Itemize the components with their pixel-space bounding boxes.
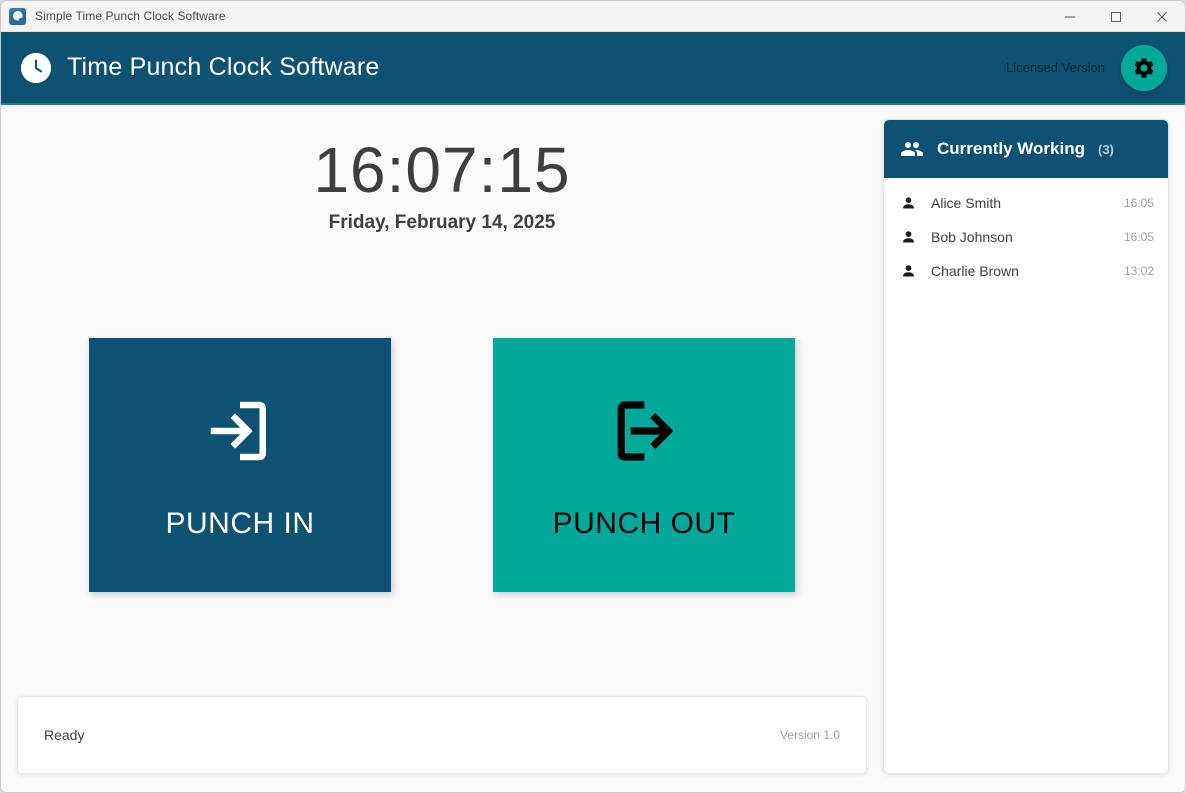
close-button[interactable] [1139,1,1185,32]
minimize-button[interactable] [1047,1,1093,32]
settings-button[interactable] [1121,45,1167,91]
punch-in-button[interactable]: PUNCH IN [89,338,391,592]
clock-icon [21,53,51,83]
person-icon [900,263,917,280]
punch-out-label: PUNCH OUT [553,509,736,539]
worker-time: 16:05 [1124,230,1154,244]
window-controls [1047,1,1185,32]
app-header: Time Punch Clock Software Licensed Versi… [1,32,1185,105]
title-bar: Simple Time Punch Clock Software [1,1,1185,32]
list-item[interactable]: Alice Smith 16:05 [884,186,1168,220]
login-arrow-icon [201,392,279,475]
person-icon [900,229,917,246]
brand: Time Punch Clock Software [21,53,380,83]
currently-working-header: Currently Working (3) [884,120,1168,178]
worker-list: Alice Smith 16:05 Bob Johnson 16:05 [884,178,1168,288]
window-title: Simple Time Punch Clock Software [35,9,226,23]
punch-in-label: PUNCH IN [165,509,314,539]
currently-working-panel: Currently Working (3) Alice Smith 16:05 [883,119,1169,774]
worker-name: Bob Johnson [931,229,1013,245]
app-window: Simple Time Punch Clock Software Time Pu… [0,0,1186,793]
list-item[interactable]: Charlie Brown 13:02 [884,254,1168,288]
people-group-icon [900,137,924,161]
current-date: Friday, February 14, 2025 [17,212,867,234]
punch-buttons: PUNCH IN PUNCH OUT [17,338,867,592]
version-label: Version 1.0 [780,728,840,742]
logout-arrow-icon [605,392,683,475]
gear-icon [1132,56,1156,80]
currently-working-count: (3) [1098,142,1114,157]
license-status: Licensed Version [1006,60,1105,75]
currently-working-title: Currently Working [937,139,1085,159]
clock-display: 16:07:15 Friday, February 14, 2025 [17,119,867,234]
punch-out-button[interactable]: PUNCH OUT [493,338,795,592]
page-title: Time Punch Clock Software [67,53,380,82]
app-body: 16:07:15 Friday, February 14, 2025 PUNCH… [1,105,1185,792]
header-right: Licensed Version [1006,45,1167,91]
worker-name: Alice Smith [931,195,1001,211]
worker-time: 13:02 [1124,264,1154,278]
current-time: 16:07:15 [17,137,867,204]
person-icon [900,195,917,212]
worker-name: Charlie Brown [931,263,1019,279]
worker-time: 16:05 [1124,196,1154,210]
main-column: 16:07:15 Friday, February 14, 2025 PUNCH… [17,119,867,774]
list-item[interactable]: Bob Johnson 16:05 [884,220,1168,254]
clock-app-icon [9,8,26,25]
status-message: Ready [44,727,84,743]
status-bar: Ready Version 1.0 [17,696,867,774]
maximize-button[interactable] [1093,1,1139,32]
